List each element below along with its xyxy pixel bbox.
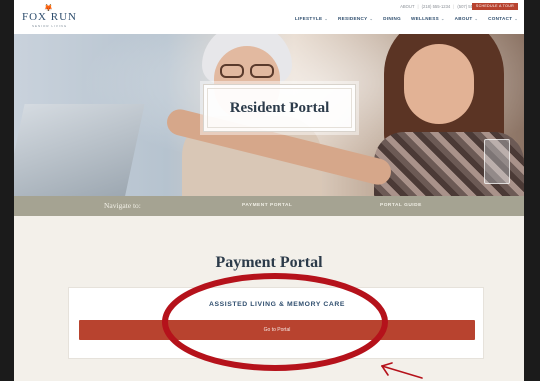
separator: |: [417, 4, 419, 9]
site-logo[interactable]: 🦊 FOX RUN SENIOR LIVING: [22, 4, 78, 30]
section-title: Payment Portal: [215, 254, 323, 271]
hero-title-card: Resident Portal: [203, 84, 356, 132]
chevron-down-icon: ⌄: [324, 16, 328, 21]
nav-label: WELLNESS: [411, 16, 439, 21]
nav-item-about[interactable]: ABOUT ⌄: [455, 16, 479, 21]
logo-name: FOX RUN: [22, 11, 77, 23]
portal-card-label: ASSISTED LIVING & MEMORY CARE: [209, 301, 345, 308]
hero-laptop-image: [14, 104, 145, 196]
nav-label: DINING: [383, 16, 402, 21]
separator: |: [453, 4, 455, 9]
chevron-down-icon: ⌄: [369, 16, 374, 21]
subnav-link-payment-portal[interactable]: PAYMENT PORTAL: [242, 203, 292, 208]
subnav-label: Navigate to:: [104, 201, 141, 210]
nav-item-wellness[interactable]: WELLNESS ⌄: [411, 16, 445, 21]
nav-label: ABOUT: [454, 16, 473, 21]
hero-glass: [484, 139, 510, 184]
portal-subnav: Navigate to: PAYMENT PORTAL PORTAL GUIDE: [14, 196, 524, 216]
web-page: 🦊 FOX RUN SENIOR LIVING ABOUT | (218) 55…: [14, 0, 524, 381]
portal-card: ASSISTED LIVING & MEMORY CARE Go to Port…: [68, 287, 484, 359]
main-nav: LIFESTYLE ⌄ RESIDENCY ⌄ DINING WELLNESS …: [295, 16, 518, 21]
nav-label: LIFESTYLE: [294, 16, 323, 21]
screenshot-frame: 🦊 FOX RUN SENIOR LIVING ABOUT | (218) 55…: [0, 0, 540, 381]
chevron-down-icon: ⌄: [514, 16, 518, 21]
chevron-down-icon: ⌄: [474, 16, 479, 21]
nav-item-residency[interactable]: RESIDENCY ⌄: [338, 16, 373, 21]
subnav-link-portal-guide[interactable]: PORTAL GUIDE: [380, 203, 422, 208]
nav-item-dining[interactable]: DINING: [383, 16, 401, 21]
left-border: [0, 0, 14, 381]
hero-banner: Resident Portal: [14, 34, 524, 196]
utility-link-about[interactable]: ABOUT: [400, 4, 414, 9]
page-title: Resident Portal: [229, 99, 330, 116]
logo-tagline: SENIOR LIVING: [32, 24, 68, 28]
go-to-portal-button[interactable]: Go to Portal: [79, 320, 475, 340]
site-header: 🦊 FOX RUN SENIOR LIVING ABOUT | (218) 55…: [14, 0, 524, 34]
chevron-down-icon: ⌄: [440, 16, 445, 21]
nav-label: CONTACT: [488, 16, 513, 21]
nav-label: RESIDENCY: [337, 16, 368, 21]
main-content: Payment Portal ASSISTED LIVING & MEMORY …: [14, 216, 524, 381]
nav-item-contact[interactable]: CONTACT ⌄: [488, 16, 518, 21]
utility-phone-1[interactable]: (218) 555-1234: [422, 4, 451, 9]
schedule-tour-button[interactable]: SCHEDULE A TOUR: [471, 3, 518, 10]
nav-item-lifestyle[interactable]: LIFESTYLE ⌄: [295, 16, 328, 21]
